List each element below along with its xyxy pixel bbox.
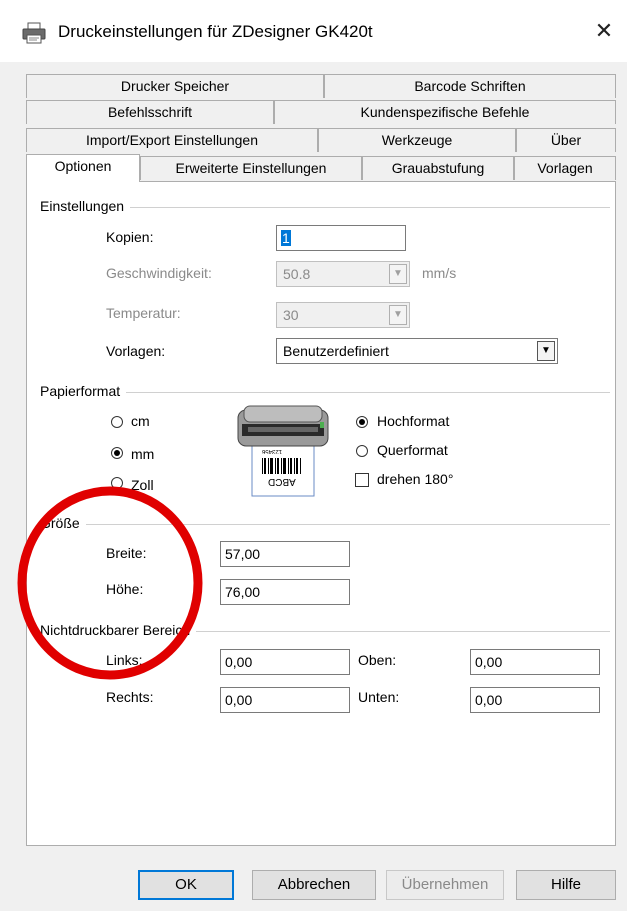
oben-label: Oben: [358, 652, 397, 668]
vorlagen-value: Benutzerdefiniert [283, 343, 389, 359]
temperatur-select[interactable]: 30 ▼ [276, 302, 410, 328]
annotation-circle [17, 486, 203, 680]
radio-hochformat-label: Hochformat [377, 413, 450, 429]
tab-erweiterte-einstellungen[interactable]: Erweiterte Einstellungen [140, 156, 362, 180]
printer-icon [22, 22, 46, 44]
ok-button[interactable]: OK [138, 870, 234, 900]
preview-code-text: 123456 [262, 448, 283, 454]
drehen-checkbox[interactable] [355, 473, 369, 487]
radio-querformat[interactable] [356, 445, 368, 457]
rechts-label: Rechts: [106, 689, 154, 705]
close-icon: ✕ [594, 18, 614, 43]
vorlagen-label: Vorlagen: [106, 343, 166, 359]
vorlagen-select[interactable]: Benutzerdefiniert ▼ [276, 338, 558, 364]
drehen-label: drehen 180° [377, 471, 454, 487]
geschwindigkeit-unit: mm/s [422, 265, 457, 281]
tab-optionen[interactable]: Optionen [26, 154, 140, 182]
geschwindigkeit-value: 50.8 [283, 266, 311, 282]
tab-barcode-schriften[interactable]: Barcode Schriften [324, 74, 616, 98]
printer-preview: 123456 ABCD [234, 404, 334, 498]
radio-cm[interactable] [111, 416, 123, 428]
tab-drucker-speicher[interactable]: Drucker Speicher [26, 74, 324, 98]
radio-querformat-label: Querformat [377, 442, 448, 458]
kopien-input[interactable]: 1 [276, 225, 406, 251]
rechts-input[interactable]: 0,00 [220, 687, 350, 713]
einstellungen-group-label: Einstellungen [40, 198, 131, 214]
breite-input[interactable]: 57,00 [220, 541, 350, 567]
temperatur-value: 30 [283, 307, 299, 323]
kopien-label: Kopien: [106, 229, 154, 245]
abbrechen-button[interactable]: Abbrechen [252, 870, 376, 900]
links-input[interactable]: 0,00 [220, 649, 350, 675]
tab-ueber[interactable]: Über [516, 128, 616, 152]
close-button[interactable]: ✕ [581, 12, 627, 50]
kopien-value: 1 [281, 230, 291, 246]
hoehe-input[interactable]: 76,00 [220, 579, 350, 605]
papierformat-group-label: Papierformat [40, 383, 127, 399]
unten-label: Unten: [358, 689, 400, 705]
title-bar: Druckeinstellungen für ZDesigner GK420t … [0, 0, 627, 62]
tab-befehlsschrift[interactable]: Befehlsschrift [26, 100, 274, 124]
tab-import-export[interactable]: Import/Export Einstellungen [26, 128, 318, 152]
radio-cm-label: cm [131, 413, 150, 429]
tab-werkzeuge[interactable]: Werkzeuge [318, 128, 516, 152]
tab-grauabstufung[interactable]: Grauabstufung [362, 156, 514, 180]
radio-hochformat[interactable] [356, 416, 368, 428]
tab-vorlagen[interactable]: Vorlagen [514, 156, 616, 180]
unten-input[interactable]: 0,00 [470, 687, 600, 713]
temperatur-label: Temperatur: [106, 305, 181, 321]
chevron-down-icon: ▼ [389, 305, 407, 325]
uebernehmen-button[interactable]: Übernehmen [386, 870, 504, 900]
chevron-down-icon: ▼ [389, 264, 407, 284]
tab-kundenspezifische-befehle[interactable]: Kundenspezifische Befehle [274, 100, 616, 124]
preview-label-text: ABCD [268, 476, 296, 487]
geschwindigkeit-label: Geschwindigkeit: [106, 265, 212, 281]
hilfe-button[interactable]: Hilfe [516, 870, 616, 900]
radio-mm[interactable] [111, 447, 123, 459]
chevron-down-icon: ▼ [537, 341, 555, 361]
oben-input[interactable]: 0,00 [470, 649, 600, 675]
radio-mm-label: mm [131, 446, 155, 462]
geschwindigkeit-select[interactable]: 50.8 ▼ [276, 261, 410, 287]
window-title: Druckeinstellungen für ZDesigner GK420t [58, 22, 373, 41]
